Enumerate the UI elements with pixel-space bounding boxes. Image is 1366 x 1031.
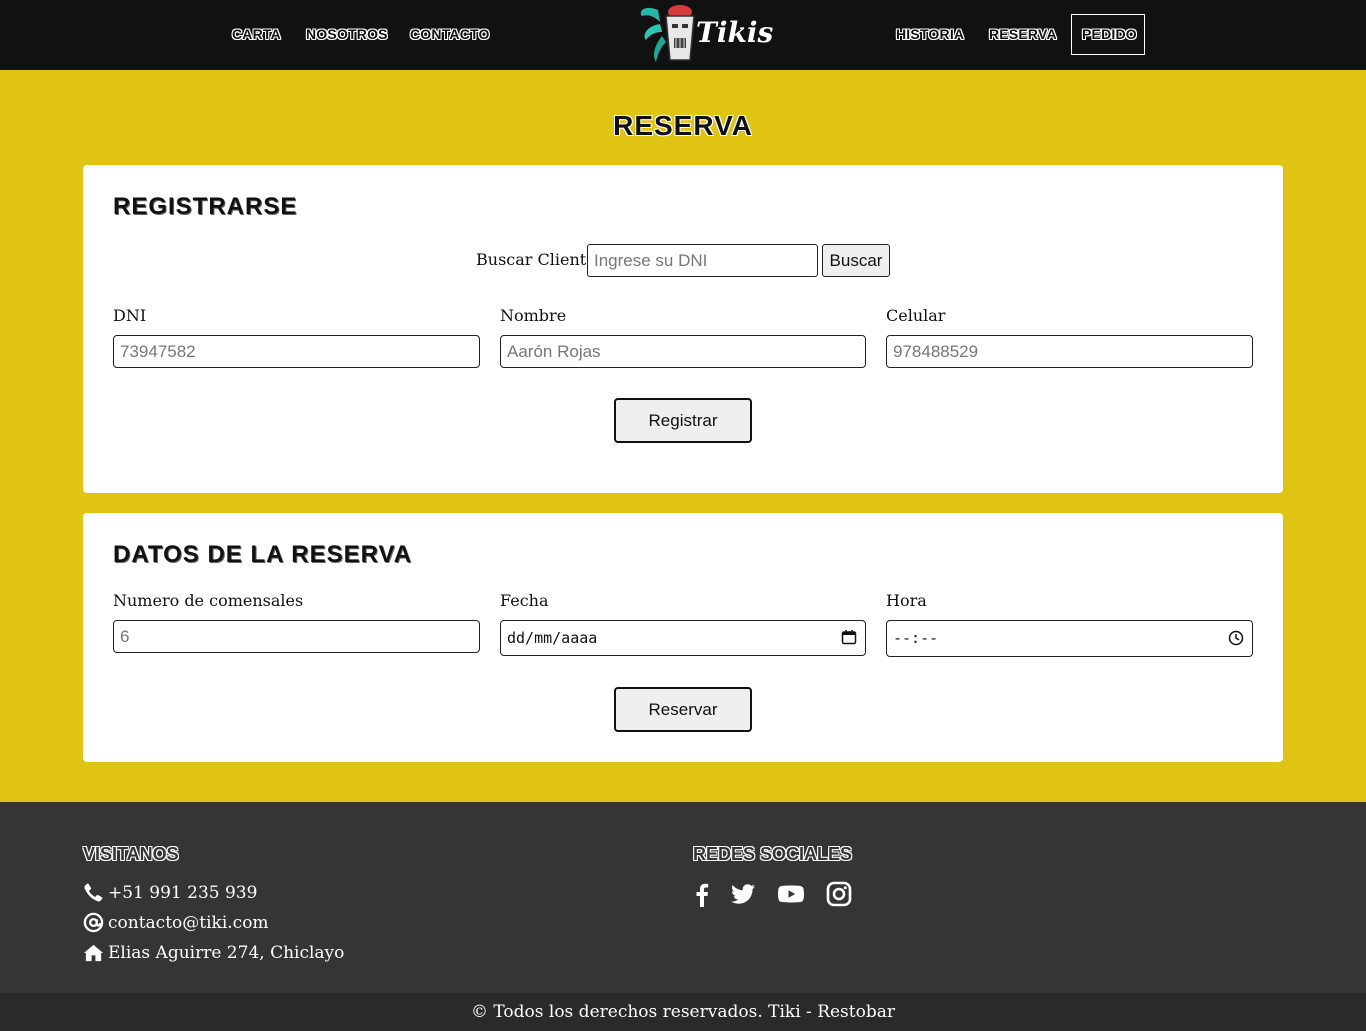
date-value: dd/mm/aaaa	[507, 629, 598, 647]
calendar-icon[interactable]	[841, 629, 857, 645]
twitter-icon[interactable]	[729, 880, 757, 908]
footer-phone: +51 991 235 939	[83, 882, 257, 903]
tikis-logo[interactable]: Tikis	[636, 2, 773, 66]
name-label: Nombre	[500, 306, 567, 325]
nav-link-reserva[interactable]: RESERVA	[989, 26, 1057, 42]
booking-title: DATOS DE LA RESERVA	[113, 541, 413, 568]
reserve-button[interactable]: Reservar	[614, 687, 752, 732]
footer-email: contacto@tiki.com	[83, 912, 269, 933]
at-icon	[83, 912, 104, 933]
copyright-bar: © Todos los derechos reservados. Tiki - …	[0, 993, 1366, 1031]
register-title: REGISTRARSE	[113, 193, 298, 220]
dni-search-input[interactable]: Ingrese su DNI	[587, 244, 818, 277]
logo-text: Tikis	[696, 16, 774, 49]
date-field[interactable]: dd/mm/aaaa	[500, 620, 866, 656]
footer-address-text: Elias Aguirre 274, Chiclayo	[108, 942, 345, 963]
footer-address: Elias Aguirre 274, Chiclayo	[83, 942, 344, 963]
booking-card: DATOS DE LA RESERVA Numero de comensales…	[83, 513, 1283, 762]
nav-link-pedido[interactable]: PEDIDO	[1071, 14, 1145, 55]
nav-link-nosotros[interactable]: NOSOTROS	[306, 26, 388, 42]
nav-pedido-label: PEDIDO	[1082, 26, 1137, 42]
date-label: Fecha	[500, 591, 549, 610]
dni-field[interactable]: 73947582	[113, 335, 480, 368]
footer-phone-text: +51 991 235 939	[108, 882, 258, 903]
register-button[interactable]: Registrar	[614, 398, 752, 443]
nav-link-historia[interactable]: HISTORIA	[896, 26, 964, 42]
phone-icon	[84, 883, 103, 902]
register-card: REGISTRARSE Buscar Cliente Ingrese su DN…	[83, 165, 1283, 493]
youtube-icon[interactable]	[777, 880, 805, 908]
time-label: Hora	[886, 591, 927, 610]
time-field[interactable]: --:--	[886, 620, 1253, 657]
social-title: REDES SOCIALES	[693, 844, 853, 864]
nav-link-contacto[interactable]: CONTACTO	[410, 26, 490, 42]
footer-email-text: contacto@tiki.com	[108, 912, 269, 933]
search-button[interactable]: Buscar	[822, 244, 890, 277]
name-field[interactable]: Aarón Rojas	[500, 335, 866, 368]
instagram-icon[interactable]	[825, 880, 853, 908]
nav-link-carta[interactable]: CARTA	[232, 26, 281, 42]
home-icon	[83, 944, 104, 962]
facebook-icon[interactable]	[688, 880, 716, 908]
dni-label: DNI	[113, 306, 147, 325]
visit-title: VISITANOS	[83, 844, 179, 864]
guests-field[interactable]: 6	[113, 620, 480, 653]
guests-label: Numero de comensales	[113, 591, 304, 610]
footer: VISITANOS +51 991 235 939 contacto@tiki.…	[0, 802, 1366, 993]
navbar: CARTA NOSOTROS CONTACTO Tikis HISTORIA R…	[0, 0, 1366, 70]
time-value: --:--	[893, 629, 939, 647]
phone-field[interactable]: 978488529	[886, 335, 1253, 368]
search-client-label: Buscar Cliente	[476, 250, 596, 269]
phone-label: Celular	[886, 306, 946, 325]
page-title: RESERVA	[613, 110, 753, 141]
clock-icon[interactable]	[1228, 630, 1244, 646]
